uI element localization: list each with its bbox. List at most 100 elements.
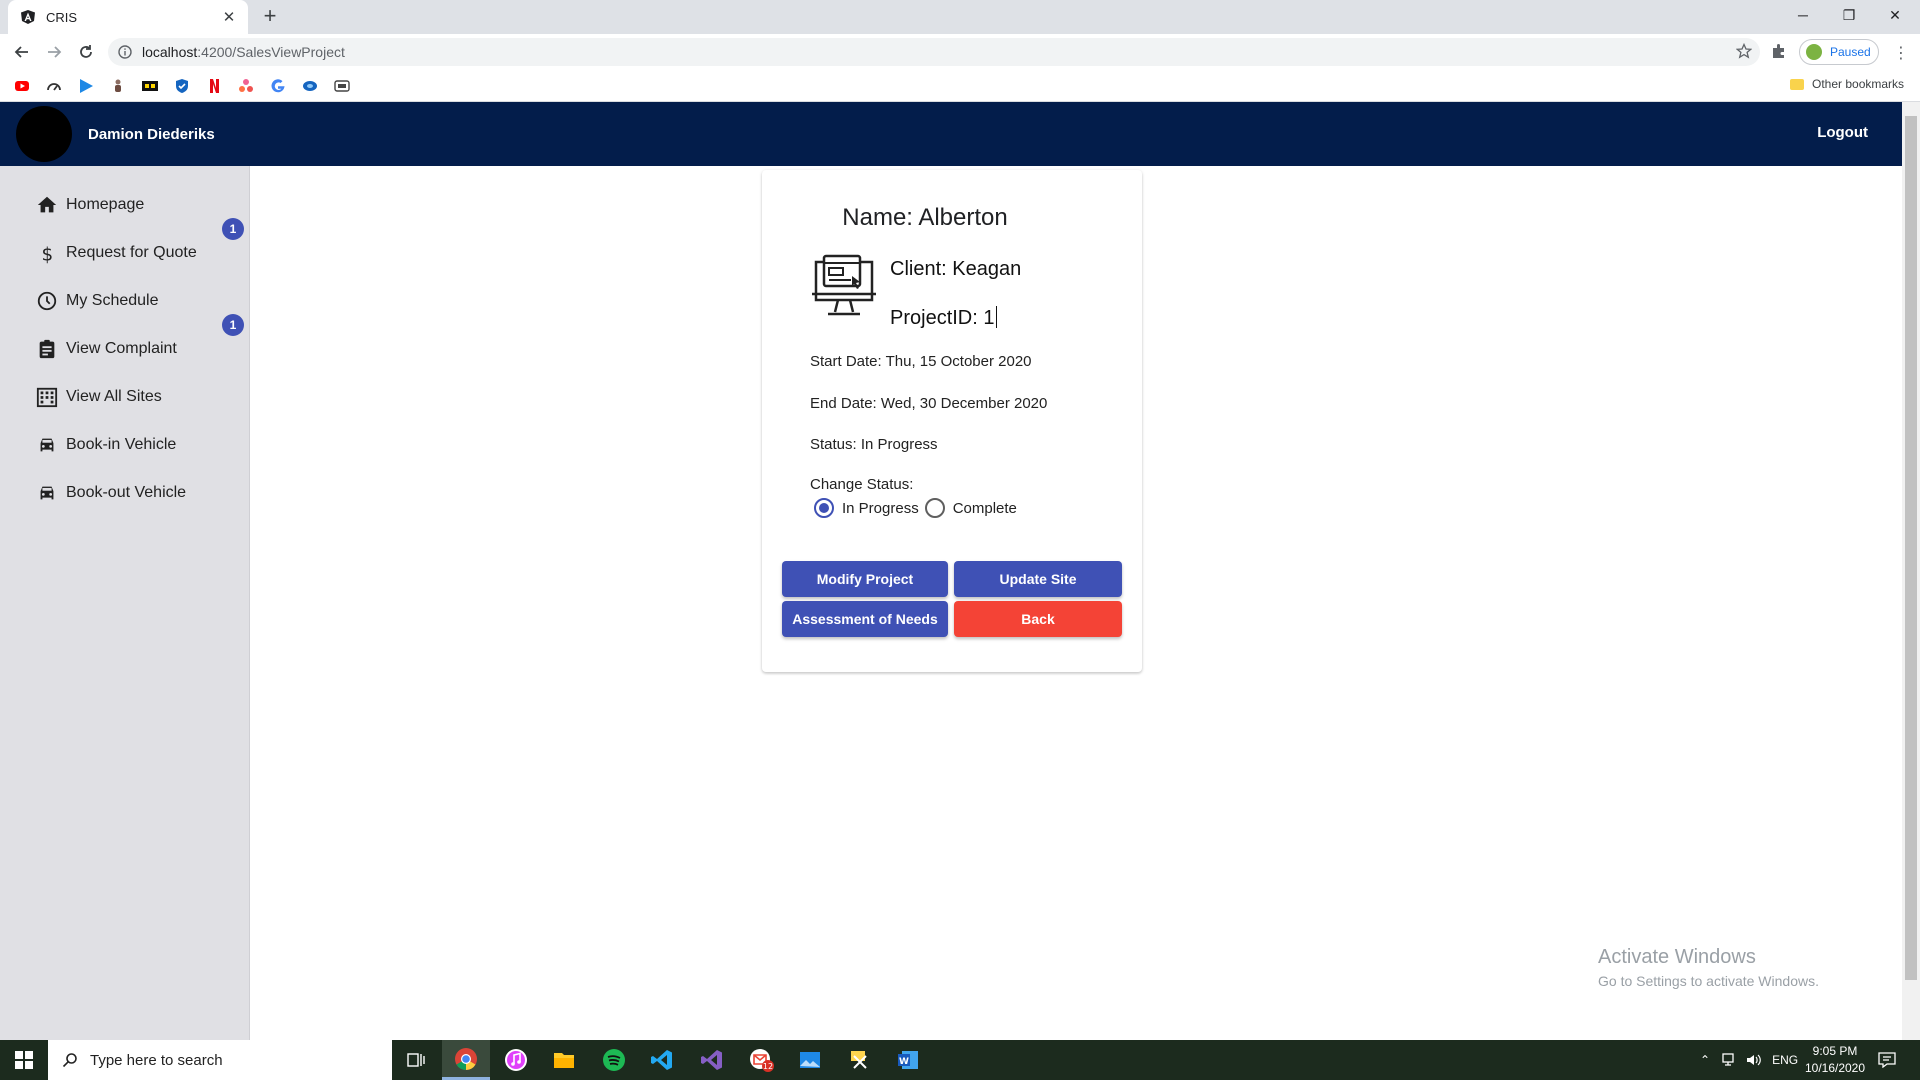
disc-icon[interactable]: [302, 78, 318, 94]
new-tab-button[interactable]: +: [258, 5, 282, 29]
network-icon[interactable]: [1722, 1053, 1738, 1067]
other-bookmarks-label: Other bookmarks: [1812, 77, 1905, 91]
system-tray: ⌃ ENG: [1700, 1040, 1798, 1080]
csr-icon[interactable]: [334, 78, 350, 94]
radio-label-in-progress[interactable]: In Progress: [842, 500, 919, 517]
status-radio-group: In Progress Complete: [814, 498, 1023, 518]
scrollbar-thumb[interactable]: [1905, 116, 1917, 980]
address-bar[interactable]: localhost:4200/SalesViewProject: [108, 38, 1760, 66]
radio-in-progress[interactable]: [814, 498, 834, 518]
task-view-icon: [407, 1053, 425, 1067]
change-status-label: Change Status:: [810, 476, 914, 493]
netflix-icon[interactable]: [206, 78, 222, 94]
sidebar-item-request-for-quote[interactable]: $ Request for Quote: [36, 238, 197, 268]
end-date: End Date: Wed, 30 December 2020: [810, 395, 1048, 412]
project-card: Name: Alberton Client: Keagan ProjectID:…: [762, 170, 1142, 672]
taskbar-clock[interactable]: 9:05 PM 10/16/2020: [1800, 1043, 1870, 1077]
angular-icon: [21, 10, 35, 24]
profile-button[interactable]: Paused: [1799, 39, 1879, 65]
task-view-button[interactable]: [392, 1040, 440, 1080]
photos-icon: [800, 1052, 820, 1068]
sidebar-item-book-out-vehicle[interactable]: Book-out Vehicle: [36, 478, 186, 508]
svg-text:$: $: [42, 244, 54, 264]
back-button[interactable]: Back: [954, 601, 1122, 637]
taskbar-vscode[interactable]: [638, 1040, 686, 1080]
car-icon: [40, 486, 54, 500]
sidebar-item-homepage[interactable]: Homepage: [36, 190, 144, 220]
radio-complete[interactable]: [924, 498, 945, 518]
home-icon: [37, 196, 57, 213]
monitor-icon: [812, 254, 876, 316]
radio-label-complete[interactable]: Complete: [953, 500, 1017, 517]
clipboard-icon: [39, 339, 55, 359]
url-path: :4200/SalesViewProject: [197, 44, 345, 60]
update-site-button[interactable]: Update Site: [954, 561, 1122, 597]
youtube-icon[interactable]: [14, 78, 30, 94]
volume-icon[interactable]: [1746, 1053, 1762, 1067]
info-icon: [118, 45, 132, 59]
sidebar-item-view-all-sites[interactable]: View All Sites: [36, 382, 162, 412]
notifications-icon[interactable]: [1878, 1052, 1896, 1068]
google-icon[interactable]: [270, 78, 286, 94]
logout-button[interactable]: Logout: [1817, 124, 1868, 141]
modify-project-button[interactable]: Modify Project: [782, 561, 948, 597]
bookmarks-bar: Other bookmarks: [0, 70, 1920, 102]
page-scrollbar[interactable]: [1902, 102, 1920, 1040]
taskbar-file-explorer[interactable]: [540, 1040, 588, 1080]
taskbar-spotify[interactable]: [590, 1040, 638, 1080]
minimize-button[interactable]: ─: [1780, 0, 1826, 30]
figure-icon[interactable]: [110, 78, 126, 94]
speedometer-icon[interactable]: [46, 78, 62, 94]
taskbar-photos[interactable]: [786, 1040, 834, 1080]
taskbar-itunes[interactable]: [492, 1040, 540, 1080]
sidebar-item-view-complaint[interactable]: View Complaint: [36, 334, 177, 364]
taskbar-search[interactable]: Type here to search: [48, 1040, 392, 1080]
status-text: Status: In Progress: [810, 436, 938, 453]
tab-close-icon[interactable]: ✕: [220, 8, 238, 26]
close-window-button[interactable]: ✕: [1872, 0, 1918, 30]
gmail-icon: 12: [750, 1049, 774, 1072]
word-icon: W: [898, 1051, 918, 1069]
sidebar-item-label: My Schedule: [66, 292, 159, 309]
extensions-icon[interactable]: [1770, 42, 1788, 60]
language-indicator[interactable]: ENG: [1772, 1053, 1798, 1067]
user-name: Damion Diederiks: [88, 125, 215, 143]
bookmark-star-icon[interactable]: [1736, 43, 1752, 59]
shield-icon[interactable]: [174, 78, 190, 94]
taskbar-chrome[interactable]: [442, 1040, 490, 1080]
file-explorer-icon: [554, 1053, 574, 1068]
arrow-left-icon: [14, 46, 28, 58]
windows-logo-icon: [15, 1051, 33, 1069]
taskbar-visual-studio[interactable]: [688, 1040, 736, 1080]
profile-status: Paused: [1830, 45, 1871, 59]
profile-avatar-icon: [1806, 44, 1822, 60]
other-bookmarks[interactable]: Other bookmarks: [1790, 77, 1904, 91]
folder-icon: [1790, 78, 1804, 90]
notification-badge: 1: [222, 218, 244, 240]
dots-icon[interactable]: [238, 78, 254, 94]
windows-taskbar: Type here to search 12 W ⌃ ENG 9:05 PM 1…: [0, 1040, 1920, 1080]
back-nav-button[interactable]: [10, 40, 34, 64]
taskbar-tools[interactable]: [836, 1040, 884, 1080]
vscode-icon: [651, 1050, 672, 1070]
taskbar-word[interactable]: W: [884, 1040, 932, 1080]
reload-button[interactable]: [74, 40, 98, 64]
play-icon[interactable]: [78, 78, 94, 94]
clock-date: 10/16/2020: [1804, 1061, 1866, 1075]
url-host: localhost: [142, 44, 198, 60]
bb-icon[interactable]: [142, 78, 158, 94]
user-avatar[interactable]: [16, 106, 72, 162]
assessment-of-needs-button[interactable]: Assessment of Needs: [782, 601, 948, 637]
tray-chevron-icon[interactable]: ⌃: [1700, 1053, 1710, 1067]
browser-menu-icon[interactable]: ⋮: [1893, 43, 1909, 63]
start-button[interactable]: [0, 1040, 48, 1080]
browser-tab[interactable]: CRIS ✕: [8, 0, 248, 34]
clock-icon: [37, 291, 57, 311]
watermark-subtitle: Go to Settings to activate Windows.: [1598, 973, 1819, 989]
sidebar-item-my-schedule[interactable]: My Schedule: [36, 286, 159, 316]
sidebar-item-book-in-vehicle[interactable]: Book-in Vehicle: [36, 430, 176, 460]
taskbar-gmail[interactable]: 12: [738, 1040, 786, 1080]
forward-nav-button[interactable]: [42, 40, 66, 64]
restore-button[interactable]: ❐: [1826, 0, 1872, 30]
chrome-icon: [455, 1047, 477, 1070]
